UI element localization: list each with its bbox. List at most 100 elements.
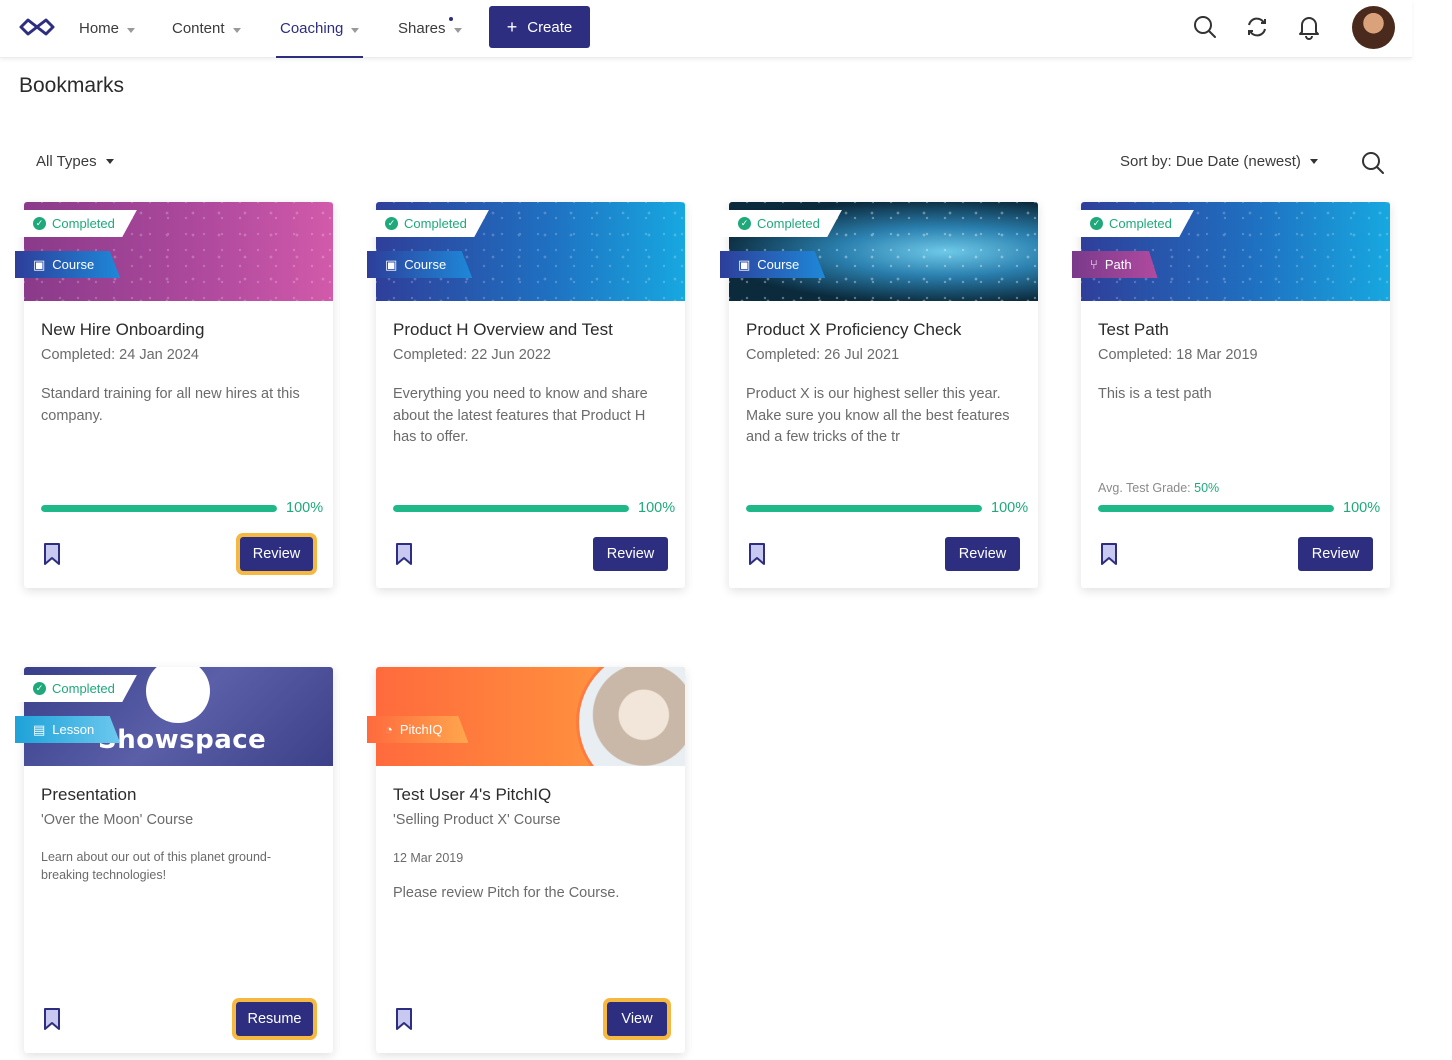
bookmark-card[interactable]: ✓ Completed ⑂ Path Test Path Completed: … <box>1072 202 1390 588</box>
card-title[interactable]: Test Path <box>1098 320 1169 340</box>
nav-shares[interactable]: Shares <box>398 0 462 58</box>
create-button[interactable]: + Create <box>489 6 590 48</box>
bookmark-icon[interactable] <box>395 543 413 565</box>
type-badge: ◔ PitchIQ <box>367 716 469 743</box>
bookmark-icon[interactable] <box>748 543 766 565</box>
nav-content-label: Content <box>172 20 225 37</box>
progress-bar <box>1098 505 1334 512</box>
person-photo <box>576 667 685 766</box>
page-title: Bookmarks <box>19 74 125 97</box>
text-fade <box>929 428 989 450</box>
completed-badge: ✓ Completed <box>1072 210 1194 237</box>
type-badge-label: Lesson <box>52 722 95 737</box>
bookmark-icon[interactable] <box>1100 543 1118 565</box>
check-circle-icon: ✓ <box>33 217 46 230</box>
nav-home[interactable]: Home <box>79 0 136 58</box>
progress-percent: 100% <box>286 500 324 516</box>
document-icon: ▤ <box>33 721 46 737</box>
avg-test-grade-label: Avg. Test Grade: <box>1098 481 1191 495</box>
bookmark-card[interactable]: Showspace ✓ Completed ▤ Lesson Presentat… <box>15 667 333 1053</box>
progress-fill <box>41 505 277 512</box>
banner-brand-text: Showspace <box>98 725 267 755</box>
sort-dropdown[interactable]: Sort by: Due Date (newest) <box>1120 153 1318 170</box>
search-icon[interactable] <box>1360 150 1386 176</box>
nav-home-label: Home <box>79 20 120 37</box>
nav-content[interactable]: Content <box>172 0 241 58</box>
completed-badge-label: Completed <box>52 681 115 696</box>
review-button[interactable]: Review <box>945 537 1020 571</box>
user-avatar[interactable] <box>1352 6 1395 49</box>
top-navigation-bar: Home Content Coaching Shares + Create <box>0 0 1412 58</box>
bookmark-icon[interactable] <box>395 1008 413 1030</box>
type-filter-dropdown[interactable]: All Types <box>36 153 114 170</box>
review-button[interactable]: Review <box>1298 537 1373 571</box>
card-subtitle: Completed: 24 Jan 2024 <box>41 347 199 363</box>
book-icon: ▣ <box>385 256 398 272</box>
bell-icon[interactable] <box>1296 14 1322 40</box>
bookmark-card[interactable]: ✓ Completed ▣ Course Product H Overview … <box>367 202 685 588</box>
caret-down-icon <box>105 159 114 164</box>
chevron-down-icon <box>232 27 241 33</box>
review-button[interactable]: Review <box>237 534 316 574</box>
card-title[interactable]: Product X Proficiency Check <box>746 320 961 340</box>
type-badge: ⑂ Path <box>1072 251 1158 278</box>
check-circle-icon: ✓ <box>738 217 751 230</box>
type-badge-label: Course <box>757 257 800 272</box>
create-button-label: Create <box>527 18 573 36</box>
progress-fill <box>1098 505 1334 512</box>
card-subtitle: Completed: 26 Jul 2021 <box>746 347 900 363</box>
resume-button[interactable]: Resume <box>233 999 316 1039</box>
card-subtitle: 'Over the Moon' Course <box>41 812 194 828</box>
progress-bar <box>41 505 277 512</box>
notification-dot-icon <box>449 17 453 21</box>
plus-icon: + <box>506 16 518 37</box>
review-button[interactable]: Review <box>593 537 668 571</box>
card-description: Everything you need to know and share ab… <box>393 386 648 445</box>
completed-badge-label: Completed <box>757 216 820 231</box>
card-title[interactable]: Product H Overview and Test <box>393 320 613 340</box>
progress-bar <box>393 505 629 512</box>
card-description: This is a test path <box>1098 386 1212 402</box>
completed-badge-label: Completed <box>1109 216 1172 231</box>
completed-badge: ✓ Completed <box>15 675 137 702</box>
sort-label: Sort by: Due Date (newest) <box>1120 153 1301 170</box>
card-title[interactable]: Test User 4's PitchIQ <box>393 785 551 805</box>
type-badge-label: PitchIQ <box>399 722 443 737</box>
path-fork-icon: ⑂ <box>1090 257 1098 272</box>
card-title[interactable]: Presentation <box>41 785 136 805</box>
bookmark-icon[interactable] <box>43 1008 61 1030</box>
check-circle-icon: ✓ <box>33 682 46 695</box>
card-subtitle: 'Selling Product X' Course <box>393 812 561 828</box>
completed-badge-label: Completed <box>52 216 115 231</box>
progress-percent: 100% <box>638 500 676 516</box>
type-badge: ▤ Lesson <box>15 716 121 743</box>
search-icon[interactable] <box>1192 14 1218 40</box>
card-title[interactable]: New Hire Onboarding <box>41 320 204 340</box>
type-badge-label: Course <box>52 257 95 272</box>
type-badge: ▣ Course <box>720 251 826 278</box>
bookmark-card[interactable]: ✓ Completed ▣ Course Product X Proficien… <box>720 202 1038 588</box>
check-circle-icon: ✓ <box>1090 217 1103 230</box>
card-subtitle: Completed: 18 Mar 2019 <box>1098 347 1258 363</box>
chevron-down-icon <box>453 27 462 33</box>
type-filter-label: All Types <box>36 153 97 170</box>
completed-badge: ✓ Completed <box>720 210 842 237</box>
card-description: Standard training for all new hires at t… <box>41 386 300 424</box>
bookmark-card[interactable]: ◔ PitchIQ Test User 4's PitchIQ 'Selling… <box>367 667 685 1053</box>
view-button[interactable]: View <box>604 999 670 1039</box>
sync-icon[interactable] <box>1244 14 1270 40</box>
card-subtitle: Completed: 22 Jun 2022 <box>393 347 551 363</box>
pitch-mic-icon: ◔ <box>385 722 393 737</box>
chevron-down-icon <box>127 27 136 33</box>
type-badge-label: Path <box>1104 257 1132 272</box>
card-date: 12 Mar 2019 <box>393 851 464 865</box>
caret-down-icon <box>1309 159 1318 164</box>
check-circle-icon: ✓ <box>385 217 398 230</box>
completed-badge: ✓ Completed <box>15 210 137 237</box>
brand-logo-icon[interactable] <box>18 16 56 38</box>
bookmark-icon[interactable] <box>43 543 61 565</box>
book-icon: ▣ <box>738 256 751 272</box>
progress-percent: 100% <box>991 500 1029 516</box>
bookmark-card[interactable]: ✓ Completed ▣ Course New Hire Onboarding… <box>15 202 333 588</box>
nav-coaching[interactable]: Coaching <box>275 0 364 58</box>
